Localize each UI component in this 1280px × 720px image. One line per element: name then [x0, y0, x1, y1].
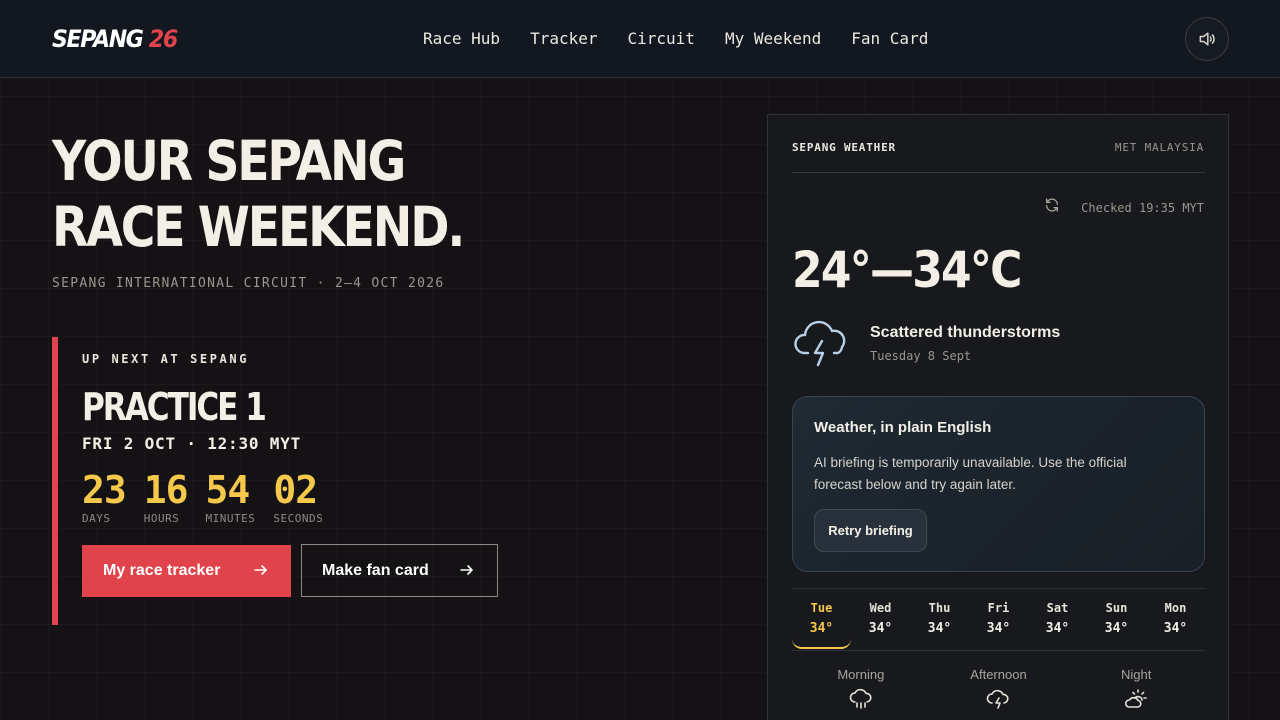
divider — [792, 172, 1205, 173]
day-temp: 34° — [1045, 621, 1070, 636]
day-temp: 34° — [868, 621, 893, 636]
weather-condition: Scattered thunderstorms — [870, 324, 1061, 341]
my-race-tracker-label: My race tracker — [103, 562, 221, 579]
countdown-value: 16 — [143, 468, 189, 512]
countdown-label: MINUTES — [205, 512, 256, 525]
forecast-day-sat[interactable]: Sat 34° — [1028, 599, 1087, 651]
forecast-day-fri[interactable]: Fri 34° — [969, 599, 1028, 651]
day-temp: 34° — [986, 621, 1011, 636]
partly-cloudy-night-icon — [1125, 689, 1147, 708]
nav-link-fan-card[interactable]: Fan Card — [851, 28, 928, 50]
weather-card: SEPANG WEATHER MET MALAYSIA Checked 19:3… — [767, 114, 1229, 720]
arrow-right-icon — [460, 565, 473, 575]
forecast-day-mon[interactable]: Mon 34° — [1146, 599, 1205, 651]
countdown-value: 23 — [82, 468, 127, 512]
period-afternoon: Afternoon — [948, 667, 1048, 710]
make-fan-card-label: Make fan card — [322, 561, 429, 579]
countdown-label: DAYS — [82, 512, 111, 525]
temperature-range: 24°—34°C — [792, 241, 1022, 299]
day-name: Sat — [1046, 601, 1069, 615]
countdown-label: HOURS — [143, 512, 180, 525]
weather-title: SEPANG WEATHER — [792, 141, 896, 154]
divider — [792, 650, 1205, 651]
day-name: Thu — [928, 601, 951, 615]
selected-day-indicator — [792, 639, 851, 649]
briefing-text: AI briefing is temporarily unavailable. … — [814, 455, 1127, 492]
hero-title-line-2: RACE WEEKEND. — [52, 195, 465, 259]
countdown-days: 23 DAYS — [82, 468, 127, 525]
period-night: Night — [1086, 667, 1186, 710]
weather-source: MET MALAYSIA — [1114, 141, 1204, 154]
logo[interactable]: SEPANG 26 — [52, 24, 178, 54]
forecast-day-sun[interactable]: Sun 34° — [1087, 599, 1146, 651]
make-fan-card-button[interactable]: Make fan card — [301, 544, 498, 597]
day-temp: 34° — [927, 621, 952, 636]
countdown-minutes: 54 MINUTES — [206, 468, 256, 525]
countdown: 23 DAYS 16 HOURS 54 MINUTES 02 SECONDS — [82, 468, 341, 525]
top-nav: SEPANG 26 Race Hub Tracker Circuit My We… — [0, 0, 1280, 78]
last-checked-time: Checked 19:35 MYT — [1081, 201, 1204, 215]
nav-link-race-hub[interactable]: Race Hub — [423, 28, 500, 50]
day-name: Fri — [987, 601, 1010, 615]
logo-year: 26 — [148, 25, 178, 53]
ai-briefing-panel: Weather, in plain English AI briefing is… — [792, 396, 1205, 572]
day-periods: Morning Afternoon Night — [792, 667, 1205, 710]
forecast-day-thu[interactable]: Thu 34° — [910, 599, 969, 651]
hero-title: YOUR SEPANG RACE WEEKEND. — [52, 128, 465, 260]
period-name: Night — [1120, 667, 1152, 682]
refresh-icon[interactable] — [1044, 197, 1060, 213]
countdown-value: 02 — [273, 468, 318, 512]
day-name: Tue — [810, 601, 833, 615]
period-morning: Morning — [811, 667, 911, 710]
hero-title-line-1: YOUR SEPANG — [52, 129, 406, 193]
period-name: Afternoon — [970, 667, 1027, 682]
countdown-seconds: 02 SECONDS — [273, 468, 323, 525]
divider — [792, 588, 1205, 589]
countdown-hours: 16 HOURS — [143, 468, 189, 525]
my-race-tracker-button[interactable]: My race tracker — [82, 545, 291, 597]
up-next-time: FRI 2 OCT · 12:30 MYT — [82, 434, 302, 453]
briefing-title: Weather, in plain English — [814, 419, 992, 436]
day-temp: 34° — [1163, 621, 1188, 636]
up-next-session: PRACTICE 1 — [82, 385, 267, 429]
day-name: Mon — [1164, 601, 1187, 615]
day-name: Wed — [869, 601, 892, 615]
forecast-days: Tue 34° Wed 34° Thu 34° Fri 34° Sat 34° … — [792, 599, 1205, 651]
forecast-day-tue[interactable]: Tue 34° — [792, 599, 851, 651]
weather-date: Tuesday 8 Sept — [870, 349, 972, 363]
countdown-label: SECONDS — [273, 512, 324, 525]
day-temp: 34° — [809, 621, 834, 636]
nav-links: Race Hub Tracker Circuit My Weekend Fan … — [408, 28, 943, 50]
up-next-label: UP NEXT AT SEPANG — [82, 352, 250, 366]
nav-link-circuit[interactable]: Circuit — [628, 28, 695, 50]
nav-link-tracker[interactable]: Tracker — [530, 28, 597, 50]
speaker-icon — [1199, 32, 1215, 46]
up-next-accent-bar — [52, 337, 58, 625]
retry-briefing-button[interactable]: Retry briefing — [814, 509, 927, 552]
countdown-value: 54 — [205, 468, 251, 512]
storm-cloud-icon — [987, 689, 1010, 709]
arrow-right-icon — [254, 565, 267, 575]
hero-subtitle: SEPANG INTERNATIONAL CIRCUIT · 2–4 OCT 2… — [52, 276, 445, 291]
thunderstorm-icon — [794, 320, 846, 367]
rain-cloud-icon — [849, 688, 872, 709]
logo-main: SEPANG — [52, 25, 144, 53]
sound-toggle-button[interactable] — [1185, 17, 1229, 61]
day-name: Sun — [1105, 601, 1128, 615]
day-temp: 34° — [1104, 621, 1129, 636]
period-name: Morning — [837, 667, 885, 682]
forecast-day-wed[interactable]: Wed 34° — [851, 599, 910, 651]
nav-link-my-weekend[interactable]: My Weekend — [725, 28, 821, 50]
